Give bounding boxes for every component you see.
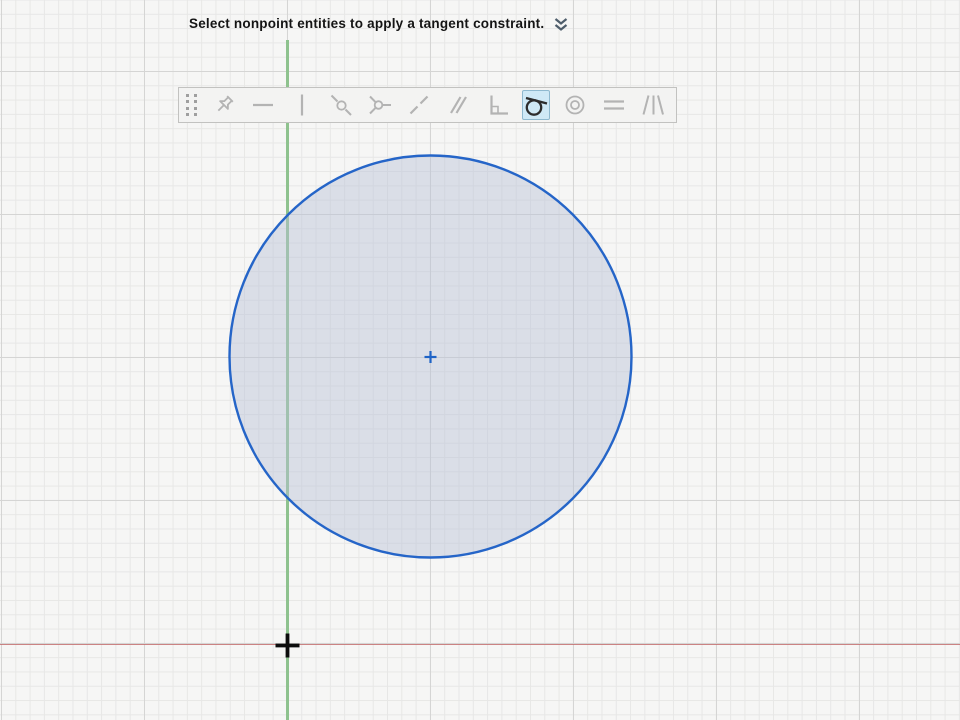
midpoint-icon <box>367 92 393 118</box>
double-chevron-down-icon[interactable] <box>554 17 568 32</box>
constraint-toolbar <box>178 87 677 123</box>
constraint-equal-button[interactable] <box>600 90 628 120</box>
coincident-icon <box>328 92 354 118</box>
horizontal-line-icon <box>250 92 276 118</box>
tangent-icon <box>523 92 549 118</box>
perpendicular-icon <box>484 92 510 118</box>
constraint-concentric-button[interactable] <box>561 90 589 120</box>
symmetric-icon <box>640 92 666 118</box>
constraint-vertical-button[interactable] <box>288 90 316 120</box>
crosshair-cursor <box>274 632 301 659</box>
vertical-line-icon <box>289 92 315 118</box>
constraint-coincident-button[interactable] <box>327 90 355 120</box>
status-message-bar: Select nonpoint entities to apply a tang… <box>189 13 568 33</box>
pin-icon <box>211 92 237 118</box>
constraint-symmetric-button[interactable] <box>639 90 667 120</box>
constraint-perpendicular-button[interactable] <box>483 90 511 120</box>
constraint-tangent-button[interactable] <box>522 90 550 120</box>
constraint-fix-button[interactable] <box>210 90 238 120</box>
concentric-icon <box>562 92 588 118</box>
equal-icon <box>601 92 627 118</box>
constraint-parallel-button[interactable] <box>444 90 472 120</box>
status-message-text: Select nonpoint entities to apply a tang… <box>189 16 544 31</box>
parallel-icon <box>445 92 471 118</box>
colinear-icon <box>406 92 432 118</box>
toolbar-drag-handle[interactable] <box>186 94 197 117</box>
constraint-colinear-button[interactable] <box>405 90 433 120</box>
constraint-horizontal-button[interactable] <box>249 90 277 120</box>
constraint-midpoint-button[interactable] <box>366 90 394 120</box>
